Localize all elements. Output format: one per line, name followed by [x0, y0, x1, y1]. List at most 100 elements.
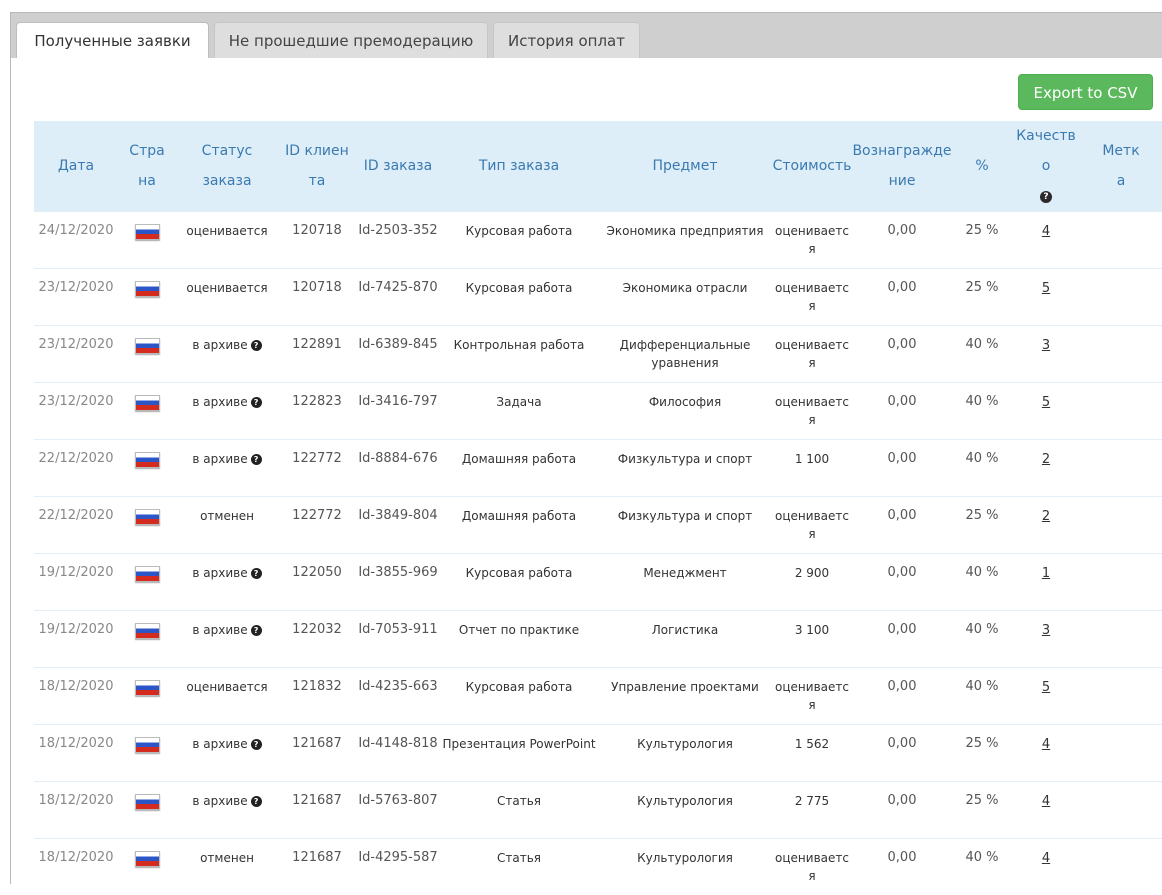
country-cell-content: [118, 554, 176, 587]
quality-link[interactable]: 2: [1042, 452, 1050, 467]
mark-cell-content: [1080, 269, 1162, 279]
country-cell: [118, 440, 176, 497]
export-csv-button[interactable]: Export to CSV: [1018, 74, 1153, 110]
quality-link[interactable]: 3: [1042, 623, 1050, 638]
date-cell: 18/12/2020: [34, 668, 118, 725]
status-cell-content: отменен: [176, 497, 278, 525]
order-type-cell: Курсовая работа: [440, 269, 598, 326]
col-header-country[interactable]: Страна: [118, 121, 176, 212]
status-cell-content: оценивается: [176, 668, 278, 696]
tab-payment-history[interactable]: История оплат: [493, 22, 640, 59]
col-header-reward[interactable]: Вознаграждение: [852, 121, 952, 212]
col-header-status[interactable]: Статус заказа: [176, 121, 278, 212]
quality-link[interactable]: 4: [1042, 794, 1050, 809]
cost-cell-content: оценивается: [772, 383, 852, 429]
col-header-percent[interactable]: %: [952, 121, 1012, 212]
order-id-cell: Id-3849-804: [356, 497, 440, 554]
col-header-subject[interactable]: Предмет: [598, 121, 772, 212]
client-id-cell-text: 120718: [292, 280, 342, 295]
quality-link[interactable]: 5: [1042, 281, 1050, 296]
col-header-order-type[interactable]: Тип заказа: [440, 121, 598, 212]
table-row: 23/12/2020в архиве?122823Id-3416-797Зада…: [34, 383, 1162, 440]
percent-cell: 40 %: [952, 668, 1012, 725]
quality-link[interactable]: 4: [1042, 851, 1050, 866]
help-icon[interactable]: ?: [251, 568, 262, 579]
date-cell-text: 18/12/2020: [39, 679, 114, 694]
tab-received-requests[interactable]: Полученные заявки: [16, 22, 209, 60]
percent-cell-content: 40 %: [952, 326, 1012, 354]
country-cell-content: [118, 497, 176, 530]
order-type-cell-text: Курсовая работа: [466, 281, 573, 295]
status-cell: в архиве?: [176, 782, 278, 839]
help-icon[interactable]: ?: [251, 454, 262, 465]
russia-flag-icon: [135, 794, 160, 810]
quality-link[interactable]: 5: [1042, 395, 1050, 410]
help-icon[interactable]: ?: [1040, 191, 1052, 203]
col-header-quality[interactable]: Качество?: [1012, 121, 1080, 212]
mark-cell: [1080, 725, 1162, 782]
quality-link[interactable]: 4: [1042, 224, 1050, 239]
quality-link[interactable]: 3: [1042, 338, 1050, 353]
order-id-cell-content: Id-3849-804: [356, 497, 440, 525]
order-type-cell-text: Курсовая работа: [466, 566, 573, 580]
col-header-mark[interactable]: Метка: [1080, 121, 1162, 212]
quality-cell-content: 5: [1012, 269, 1080, 298]
table-header-row: Дата Страна Статус заказа ID клиента ID …: [34, 121, 1162, 212]
help-icon[interactable]: ?: [251, 397, 262, 408]
quality-link[interactable]: 5: [1042, 680, 1050, 695]
reward-cell: 0,00: [852, 497, 952, 554]
order-id-cell: Id-6389-845: [356, 326, 440, 383]
cost-cell: 2 900: [772, 554, 852, 611]
reward-cell-content: 0,00: [852, 440, 952, 468]
quality-link[interactable]: 2: [1042, 509, 1050, 524]
quality-link[interactable]: 1: [1042, 566, 1050, 581]
quality-cell: 1: [1012, 554, 1080, 611]
quality-cell-content: 2: [1012, 440, 1080, 469]
quality-cell: 2: [1012, 440, 1080, 497]
order-id-cell: Id-5763-807: [356, 782, 440, 839]
date-cell: 22/12/2020: [34, 440, 118, 497]
reward-cell-text: 0,00: [888, 793, 917, 808]
reward-cell-text: 0,00: [888, 736, 917, 751]
order-type-cell: Статья: [440, 839, 598, 895]
reward-cell-content: 0,00: [852, 269, 952, 297]
quality-link[interactable]: 4: [1042, 737, 1050, 752]
table-row: 18/12/2020отменен121687Id-4295-587Статья…: [34, 839, 1162, 895]
table-row: 23/12/2020оценивается120718Id-7425-870Ку…: [34, 269, 1162, 326]
tab-failed-premoderation[interactable]: Не прошедшие премодерацию: [214, 22, 488, 59]
col-header-order-id[interactable]: ID заказа: [356, 121, 440, 212]
date-cell-content: 22/12/2020: [34, 440, 118, 468]
table-row: 18/12/2020в архиве?121687Id-4148-818През…: [34, 725, 1162, 782]
cost-cell-content: оценивается: [772, 497, 852, 543]
help-icon[interactable]: ?: [251, 625, 262, 636]
country-cell-content: [118, 269, 176, 302]
col-header-cost[interactable]: Стоимость: [772, 121, 852, 212]
help-icon[interactable]: ?: [251, 796, 262, 807]
mark-cell: [1080, 668, 1162, 725]
quality-cell-content: 3: [1012, 611, 1080, 640]
cost-cell-text: оценивается: [775, 851, 849, 883]
percent-cell-content: 25 %: [952, 782, 1012, 810]
client-id-cell: 120718: [278, 212, 356, 269]
subject-cell-content: Физкультура и спорт: [598, 497, 772, 525]
order-id-cell-text: Id-4148-818: [358, 736, 437, 751]
cost-cell-text: оценивается: [775, 680, 849, 712]
col-header-client-id[interactable]: ID клиента: [278, 121, 356, 212]
order-id-cell: Id-4295-587: [356, 839, 440, 895]
order-id-cell: Id-3416-797: [356, 383, 440, 440]
help-icon[interactable]: ?: [251, 340, 262, 351]
subject-cell-content: Экономика отрасли: [598, 269, 772, 297]
quality-cell-content: 4: [1012, 782, 1080, 811]
country-cell: [118, 611, 176, 668]
subject-cell-text: Менеджмент: [643, 566, 726, 580]
date-cell-text: 24/12/2020: [39, 223, 114, 238]
col-header-date[interactable]: Дата: [34, 121, 118, 212]
page: Полученные заявки Не прошедшие премодера…: [0, 0, 1162, 884]
help-icon[interactable]: ?: [251, 739, 262, 750]
order-type-cell: Домашняя работа: [440, 440, 598, 497]
client-id-cell: 121687: [278, 725, 356, 782]
client-id-cell-text: 122772: [292, 508, 342, 523]
quality-cell: 2: [1012, 497, 1080, 554]
country-cell-content: [118, 611, 176, 644]
cost-cell: оценивается: [772, 668, 852, 725]
